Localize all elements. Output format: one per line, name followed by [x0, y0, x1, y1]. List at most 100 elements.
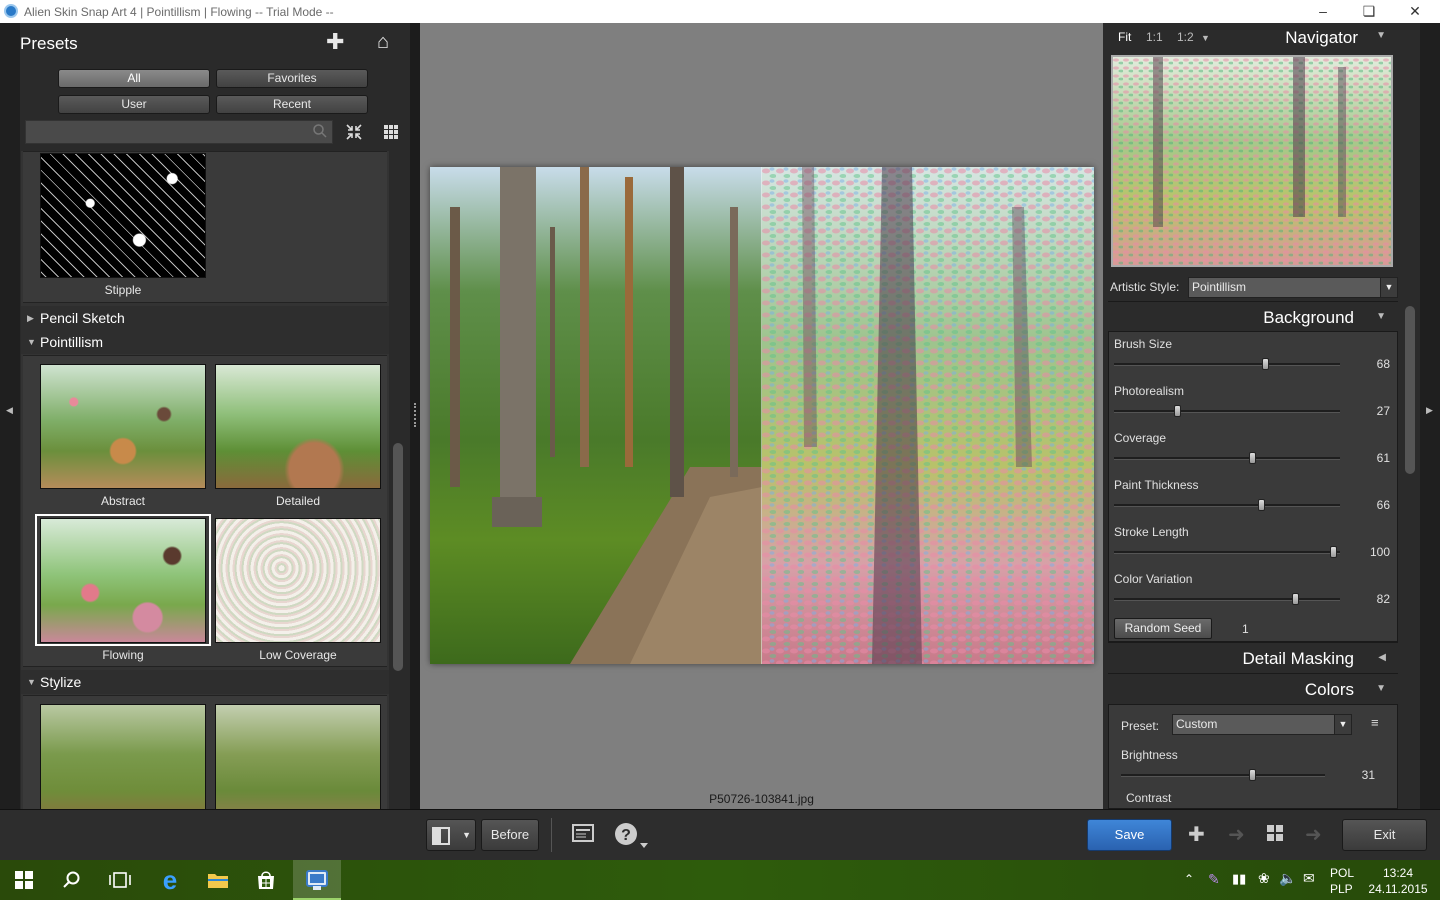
wifi-icon[interactable]: ❀ [1258, 870, 1270, 900]
layout-grid-icon[interactable] [1266, 824, 1284, 848]
background-controls: Brush Size 68 Photorealism 27 Coverage 6… [1108, 331, 1398, 642]
edge-browser-icon[interactable]: e [146, 860, 194, 900]
previous-icon[interactable]: ➜ [1228, 822, 1245, 847]
artistic-style-select[interactable]: Pointillism ▼ [1188, 277, 1398, 298]
category-pointillism[interactable]: ▼ Pointillism [21, 330, 389, 354]
collapse-right-icon[interactable]: ▶ [1426, 405, 1433, 416]
search-icon[interactable] [48, 860, 96, 900]
grid-view-icon[interactable] [381, 122, 401, 142]
slider-track[interactable] [1114, 593, 1340, 605]
category-stylize[interactable]: ▼ Stylize [21, 670, 389, 694]
slider-track[interactable] [1114, 358, 1340, 370]
start-icon[interactable] [0, 860, 48, 900]
preset-thumb-low-coverage[interactable] [215, 518, 381, 643]
category-pencil-sketch[interactable]: ▶ Pencil Sketch [21, 306, 389, 330]
add-icon[interactable]: ✚ [1188, 822, 1205, 847]
filter-recent-button[interactable]: Recent [216, 95, 368, 114]
expand-icon: ▶ [27, 313, 34, 323]
slider-track[interactable] [1114, 452, 1340, 464]
filter-all-button[interactable]: All [58, 69, 210, 88]
slider-value[interactable]: 61 [1377, 451, 1390, 465]
restore-button[interactable]: ❏ [1346, 1, 1392, 22]
pen-tray-icon[interactable]: ✎ [1208, 871, 1220, 900]
preset-thumb-stylize-2[interactable] [215, 704, 381, 809]
clock[interactable]: 13:24 24.11.2015 [1366, 865, 1430, 900]
slider-track[interactable] [1114, 405, 1340, 417]
filter-favorites-button[interactable]: Favorites [216, 69, 368, 88]
slider-track[interactable] [1114, 499, 1340, 511]
split-view-button[interactable]: ▼ [426, 819, 476, 851]
contrast-label: Contrast [1126, 791, 1172, 805]
random-seed-value[interactable]: 1 [1242, 622, 1249, 636]
file-explorer-icon[interactable] [194, 860, 242, 900]
slider-handle[interactable] [1257, 499, 1265, 511]
slider-value[interactable]: 68 [1377, 357, 1390, 371]
batch-icon[interactable] [572, 823, 594, 849]
help-icon[interactable]: ? [614, 821, 650, 855]
before-after-divider[interactable] [761, 167, 762, 664]
home-icon[interactable]: ⌂ [377, 31, 389, 54]
section-expand-icon: ◀ [1378, 652, 1386, 663]
svg-text:?: ? [621, 827, 631, 844]
colors-section-header[interactable]: Colors ▼ [1108, 673, 1398, 703]
right-collapse-strip[interactable]: ▶ [1420, 23, 1440, 809]
exit-button[interactable]: Exit [1342, 819, 1427, 851]
slider-handle[interactable] [1262, 358, 1270, 370]
before-button[interactable]: Before [481, 819, 539, 851]
navigator-collapse-icon[interactable]: ▼ [1376, 30, 1386, 41]
tray-overflow-icon[interactable]: ⌃ [1184, 872, 1194, 900]
preview-image[interactable] [430, 167, 1094, 664]
background-section-header[interactable]: Background ▼ [1108, 301, 1398, 331]
battery-icon[interactable]: ▮▮ [1232, 871, 1246, 900]
preset-thumb-abstract[interactable] [40, 364, 206, 489]
task-view-icon[interactable] [96, 860, 144, 900]
forest-photo [430, 167, 762, 664]
preset-search-input[interactable] [25, 120, 333, 144]
notification-icon[interactable]: ✉ [1303, 870, 1315, 900]
zoom-fit-option[interactable]: Fit [1118, 30, 1131, 44]
slider-value[interactable]: 66 [1377, 498, 1390, 512]
slider-value[interactable]: 31 [1362, 768, 1375, 782]
random-seed-button[interactable]: Random Seed [1114, 618, 1212, 639]
add-preset-icon[interactable]: ✚ [326, 29, 344, 55]
slider-handle[interactable] [1330, 546, 1338, 558]
collapse-all-icon[interactable] [344, 122, 364, 142]
close-button[interactable]: ✕ [1392, 1, 1438, 22]
zoom-1-2-option[interactable]: 1:2 [1177, 30, 1194, 44]
preset-thumb-stipple[interactable] [40, 153, 206, 278]
slider-handle[interactable] [1248, 452, 1256, 464]
next-icon[interactable]: ➜ [1305, 822, 1322, 847]
settings-scrollbar[interactable] [1405, 306, 1415, 474]
zoom-1-1-option[interactable]: 1:1 [1146, 30, 1163, 44]
slider-value[interactable]: 100 [1370, 545, 1390, 559]
volume-icon[interactable]: 🔈 [1279, 870, 1296, 900]
detail-masking-section-header[interactable]: Detail Masking ◀ [1108, 642, 1398, 672]
zoom-dropdown-icon[interactable]: ▼ [1201, 33, 1210, 43]
preset-thumb-flowing[interactable] [40, 518, 206, 643]
preset-menu-icon[interactable]: ≡ [1371, 715, 1379, 730]
store-icon[interactable] [242, 860, 290, 900]
slider-brush-size: Brush Size 68 [1109, 332, 1399, 379]
preset-thumb-stylize-1[interactable] [40, 704, 206, 809]
slider-handle[interactable] [1291, 593, 1299, 605]
panel-resize-grip[interactable] [414, 403, 418, 427]
minimize-button[interactable]: – [1300, 1, 1346, 22]
slider-handle[interactable] [1248, 769, 1256, 781]
preset-thumb-detailed[interactable] [215, 364, 381, 489]
slider-handle[interactable] [1174, 405, 1182, 417]
slider-track[interactable] [1121, 769, 1325, 781]
left-collapse-strip[interactable]: ◀ [0, 23, 20, 809]
collapse-left-icon[interactable]: ◀ [6, 405, 13, 416]
colors-preset-select[interactable]: Custom ▼ [1172, 714, 1352, 735]
snap-art-taskbar-icon[interactable] [293, 860, 341, 900]
presets-scrollbar[interactable] [393, 443, 403, 671]
navigator-thumbnail[interactable] [1111, 55, 1393, 267]
window-title: Alien Skin Snap Art 4 | Pointillism | Fl… [24, 5, 334, 19]
language-indicator[interactable]: POL PLP [1330, 865, 1354, 900]
slider-value[interactable]: 82 [1377, 592, 1390, 606]
slider-color-variation: Color Variation 82 [1109, 567, 1399, 614]
slider-value[interactable]: 27 [1377, 404, 1390, 418]
save-button[interactable]: Save [1087, 819, 1172, 851]
filter-user-button[interactable]: User [58, 95, 210, 114]
slider-track[interactable] [1114, 546, 1340, 558]
